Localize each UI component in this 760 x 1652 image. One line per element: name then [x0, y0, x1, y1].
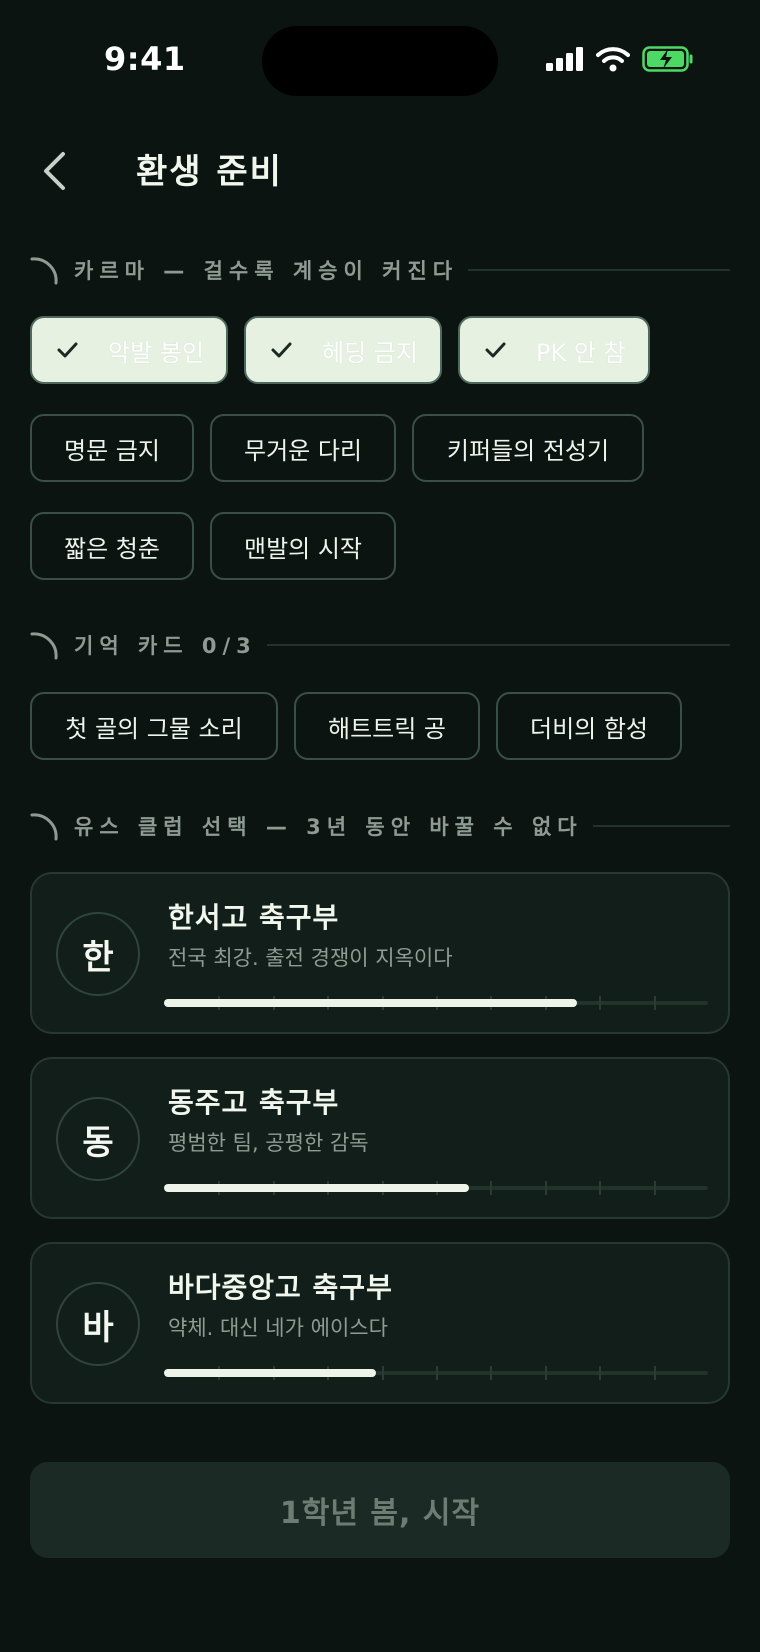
level-tick — [653, 1181, 656, 1195]
chip-label: 명문 금지 — [64, 436, 160, 465]
chip-label: 무거운 다리 — [243, 436, 363, 465]
check-icon — [271, 342, 292, 358]
level-tick — [544, 1366, 547, 1380]
check-icon — [57, 342, 78, 358]
level-fill — [164, 999, 578, 1007]
karma-chip[interactable]: 명문 금지 — [30, 414, 194, 482]
level-tick — [490, 1366, 493, 1380]
divider — [468, 269, 730, 271]
level-tick — [599, 1366, 602, 1380]
club-level-bar — [164, 1181, 708, 1195]
chip-label: 악발 봉인 — [108, 338, 204, 367]
battery-charging-icon — [642, 46, 693, 72]
status-time: 9:41 — [104, 40, 186, 78]
level-tick — [599, 1181, 602, 1195]
section-youth-title: 유스 클럽 선택 — 3년 동안 바꿀 수 없다 — [74, 815, 583, 839]
header: 환생 준비 — [0, 140, 760, 196]
club-badge: 동 — [56, 1097, 140, 1181]
memory-chip-row: 첫 골의 그물 소리 해트트릭 공 더비의 함성 — [30, 692, 682, 760]
dynamic-island — [262, 26, 498, 96]
level-tick — [599, 996, 602, 1010]
club-badge: 한 — [56, 912, 140, 996]
karma-chip[interactable]: 키퍼들의 전성기 — [412, 414, 644, 482]
karma-chip-selected[interactable]: 악발 봉인 — [30, 316, 228, 384]
check-icon — [485, 342, 506, 358]
level-fill — [164, 1184, 469, 1192]
divider — [266, 644, 730, 646]
karma-chip-row-2: 명문 금지 무거운 다리 키퍼들의 전성기 — [30, 414, 644, 482]
chip-label: PK 안 참 — [536, 338, 626, 367]
wifi-icon — [596, 47, 630, 72]
level-tick — [436, 1366, 438, 1380]
chip-label: 헤딩 금지 — [322, 338, 418, 367]
level-fill — [164, 1369, 377, 1377]
section-memory-title: 기억 카드 0/3 — [74, 634, 257, 658]
divider — [592, 825, 730, 827]
club-description: 약체. 대신 네가 에이스다 — [168, 1316, 388, 1340]
club-description: 전국 최강. 출전 경쟁이 지옥이다 — [168, 946, 453, 970]
memory-card-chip[interactable]: 해트트릭 공 — [294, 692, 480, 760]
karma-chip-selected[interactable]: 헤딩 금지 — [244, 316, 442, 384]
chip-label: 해트트릭 공 — [327, 714, 447, 743]
chip-label: 맨발의 시작 — [243, 534, 363, 563]
page-title: 환생 준비 — [136, 152, 283, 192]
level-tick — [653, 996, 656, 1010]
cellular-signal-icon — [546, 47, 583, 71]
club-card[interactable]: 바 바다중앙고 축구부 약체. 대신 네가 에이스다 — [30, 1242, 730, 1404]
back-button[interactable] — [36, 148, 72, 194]
status-bar: 9:41 — [0, 0, 760, 120]
club-name: 바다중앙고 축구부 — [168, 1271, 393, 1304]
memory-card-chip[interactable]: 더비의 함성 — [496, 692, 682, 760]
section-youth-header: 유스 클럽 선택 — 3년 동안 바꿀 수 없다 — [30, 806, 730, 846]
section-karma-header: 카르마 — 걸수록 계승이 커진다 — [30, 250, 730, 290]
karma-chip[interactable]: 맨발의 시작 — [210, 512, 396, 580]
chip-label: 짧은 청춘 — [64, 534, 160, 563]
karma-chip[interactable]: 짧은 청춘 — [30, 512, 194, 580]
arc-icon — [30, 632, 58, 660]
karma-chip-selected[interactable]: PK 안 참 — [458, 316, 650, 384]
club-description: 평범한 팀, 공평한 감독 — [168, 1131, 369, 1155]
memory-card-chip[interactable]: 첫 골의 그물 소리 — [30, 692, 278, 760]
arc-icon — [30, 257, 58, 285]
level-tick — [653, 1366, 656, 1380]
level-tick — [490, 1181, 493, 1195]
club-card[interactable]: 동 동주고 축구부 평범한 팀, 공평한 감독 — [30, 1057, 730, 1219]
section-memory-header: 기억 카드 0/3 — [30, 625, 730, 665]
section-karma-title: 카르마 — 걸수록 계승이 커진다 — [74, 259, 459, 283]
start-button[interactable]: 1학년 봄, 시작 — [30, 1462, 730, 1558]
level-tick — [381, 1366, 384, 1380]
chip-label: 키퍼들의 전성기 — [446, 436, 610, 465]
karma-chip-row-3: 짧은 청춘 맨발의 시작 — [30, 512, 396, 580]
club-badge: 바 — [56, 1282, 140, 1366]
karma-chip[interactable]: 무거운 다리 — [210, 414, 396, 482]
club-card[interactable]: 한 한서고 축구부 전국 최강. 출전 경쟁이 지옥이다 — [30, 872, 730, 1034]
status-icons — [546, 44, 694, 74]
karma-chip-row-1: 악발 봉인 헤딩 금지 PK 안 참 — [30, 316, 650, 384]
chip-label: 더비의 함성 — [529, 714, 649, 743]
club-name: 한서고 축구부 — [168, 901, 340, 934]
club-level-bar — [164, 1366, 708, 1380]
level-tick — [544, 1181, 547, 1195]
club-level-bar — [164, 996, 708, 1010]
chevron-left-icon — [44, 152, 65, 190]
chip-label: 첫 골의 그물 소리 — [65, 714, 243, 743]
club-name: 동주고 축구부 — [168, 1086, 340, 1119]
arc-icon — [30, 813, 58, 841]
